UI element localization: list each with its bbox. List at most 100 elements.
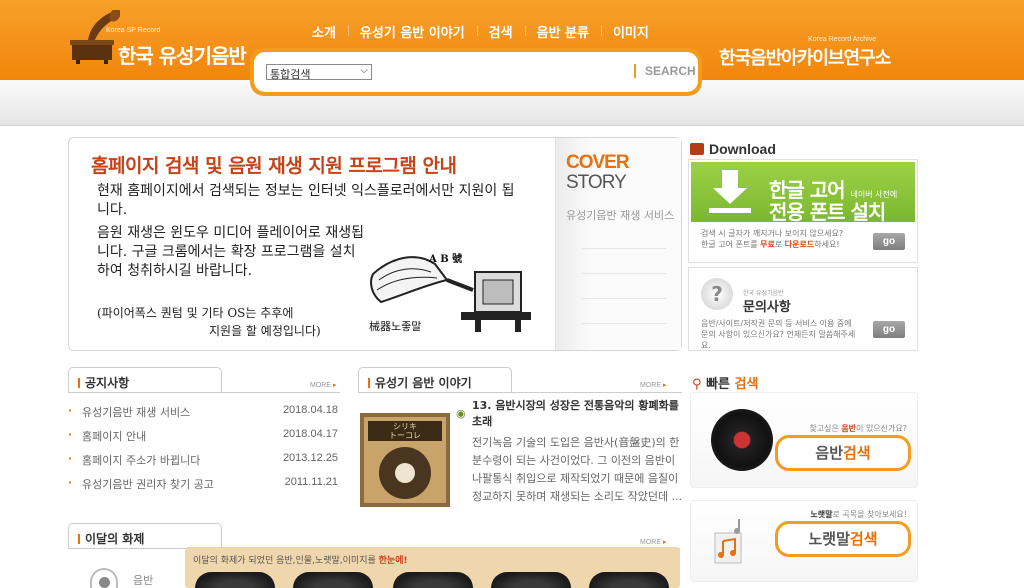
font-download-box: 한글 고어 네이버 사전에 전용 폰트 설치 검색 시 글자가 깨지거나 보이지… [688,159,918,263]
topic-category-label[interactable]: 음반 [133,572,153,588]
search-button[interactable]: SEARCH [634,64,696,78]
banner-note-line-1: (파이어폭스 퀀텀 및 기타 OS는 추후에 [97,306,294,320]
notice-date: 2018.04.17 [282,428,338,440]
hint-text: 로 곡목을 찾아보세요! [832,510,907,519]
topic-thumbnail[interactable] [491,572,571,588]
search-scope-select[interactable]: 통합검색 ⌵ [266,64,372,81]
sleeve-label-1: シリキ [393,422,417,431]
search-scope-value: 통합검색 [270,68,311,81]
quick-search-heading-b: 검색 [734,377,759,392]
banner-main[interactable]: 홈페이지 검색 및 음원 재생 지원 프로그램 안내 현재 홈페이지에서 검색되… [69,138,555,350]
inquiry-title[interactable]: 문의사항 [743,296,791,315]
lyrics-search-button[interactable]: 노랫말검색 [775,521,911,557]
music-note-icon [714,519,742,564]
banner-text-1: 현재 홈페이지에서 검색되는 정보는 인터넷 익스플로러에서만 지원이 됩니다. [97,183,515,218]
nav-search[interactable]: 검색 [476,22,525,41]
list-item[interactable]: 홈페이지 주소가 바뀝니다 2013.12.25 [68,452,340,476]
banner-text-2: 음원 재생은 윈도우 미디어 플레이어로 재생됩니다. 구글 크롬에서는 확장 … [97,225,364,279]
font-install-title-2: 전용 폰트 설치 [769,200,886,224]
list-item[interactable]: 유성기음반 재생 서비스 2018.04.18 [68,404,340,428]
quick-search-heading: ⚲ 빠른 검색 [692,373,758,392]
topic-thumbnail[interactable] [393,572,473,588]
inquiry-go-button[interactable]: go [873,321,905,338]
notice-title: 유성기음반 권리자 찾기 공고 [82,478,214,491]
btn-label: 노랫말 [808,530,850,548]
btn-label: 음반 [815,444,843,462]
cover-story-divider [582,248,666,249]
gramophone-label-bottom: 械器노좋말 [369,319,421,333]
story-more-link[interactable]: MORE [640,381,666,389]
quick-search-heading-a: 빠른 [706,377,730,392]
notice-tab[interactable]: 공지사항 [68,367,222,393]
notice-date: 2011.11.21 [284,476,338,488]
record-search-hint: 찾고싶은 음반이 있으신가요? [809,423,907,434]
logo-subtitle: Korea SP Record [106,27,161,34]
font-install-banner[interactable]: 한글 고어 네이버 사전에 전용 폰트 설치 [691,162,915,224]
btn-label-accent: 검색 [843,444,871,462]
topic-thumbnail[interactable] [293,572,373,588]
record-sleeve-image[interactable]: シリキ トーコレ [360,413,450,507]
story-headline[interactable]: 13. 음반시장의 성장은 전통음악의 황폐화를 초래 [456,398,684,430]
nav-record-category[interactable]: 음반 분류 [524,22,601,41]
topic-caption-text: 이달의 화제가 되었던 음반,인물,노랫말,이미지를 [193,556,379,566]
nav-intro[interactable]: 소개 [300,22,348,41]
cover-story-divider [582,298,666,299]
banner-title: 홈페이지 검색 및 음원 재생 지원 프로그램 안내 [91,155,457,177]
notice-title: 홈페이지 주소가 바뀝니다 [82,454,201,467]
question-icon: ? [701,278,733,310]
font-download-note: 검색 시 글자가 깨지거나 보이지 않으세요? 한글 고어 폰트를 무료로 다운… [701,228,851,250]
font-download-note-2: 한글 고어 폰트를 무료로 다운로드하세요! [701,239,851,250]
topic-tab[interactable]: 이달의 화제 [68,523,222,549]
inquiry-note-1: 음반/사이트/저작권 문의 등 서비스 이용 중에 [701,319,852,328]
main-nav: 소개 유성기 음반 이야기 검색 음반 분류 이미지 [300,22,661,41]
cover-story-divider [582,273,666,274]
vinyl-record-icon [711,409,773,471]
guide-banner: 홈페이지 검색 및 음원 재생 지원 프로그램 안내 현재 홈페이지에서 검색되… [68,137,682,351]
cover-story-item[interactable]: 유성기음반 재생 서비스 [566,207,674,223]
topic-caption-highlight: 한눈에! [378,556,408,566]
gramophone-label-top: A B 號 [428,252,462,265]
record-search-box: 찾고싶은 음반이 있으신가요? 음반검색 [690,392,918,488]
note-download: 다운로드 [784,240,815,249]
topic-more-link[interactable]: MORE [640,538,666,546]
inquiry-note: 음반/사이트/저작권 문의 등 서비스 이용 중에 문의 사항이 있으신가요? … [701,318,861,351]
list-item[interactable]: 유성기음반 권리자 찾기 공고 2011.11.21 [68,476,340,500]
nav-images[interactable]: 이미지 [600,22,661,41]
notice-more-link[interactable]: MORE [310,381,336,389]
hint-keyword: 음반 [841,424,857,433]
topic-thumbnail[interactable] [589,572,669,588]
gramophone-icon [70,10,120,64]
download-arrow-icon [709,170,751,213]
hint-text: 이 있으신가요? [856,424,907,433]
topic-thumbnail[interactable] [195,572,275,588]
inquiry-note-2: 문의 사항이 있으신가요? 언제든지 말씀해주세요. [701,330,856,350]
lyrics-search-box: 노랫말 로 곡목을 찾아보세요! 노랫말검색 [690,500,918,582]
search-box: 통합검색 ⌵ SEARCH [254,52,698,92]
note-text: 하세요! [814,240,840,249]
magnifier-icon: ⚲ [692,377,702,392]
font-download-go-button[interactable]: go [873,233,905,250]
banner-text-3: (파이어폭스 퀀텀 및 기타 OS는 추후에 지원을 할 예정입니다) [97,304,357,340]
search-input[interactable] [384,62,624,82]
nav-record-story[interactable]: 유성기 음반 이야기 [347,22,477,41]
notice-title: 홈페이지 안내 [82,430,147,443]
notice-list: 유성기음반 재생 서비스 2018.04.18 홈페이지 안내 2018.04.17… [68,404,340,500]
notice-divider [68,392,340,393]
download-heading: Download [690,141,776,157]
note-free: 무료 [760,240,775,249]
story-divider [358,392,682,393]
hint-text: 찾고싶은 [809,424,842,433]
list-item[interactable]: 홈페이지 안내 2018.04.17 [68,428,340,452]
site-logo[interactable]: Korea SP Record 한국 유성기음반 [68,10,248,74]
notice-title: 유성기음반 재생 서비스 [82,406,191,419]
notice-date: 2018.04.18 [282,404,338,416]
cover-story-title-1: COVER [566,152,630,173]
archive-title[interactable]: 한국음반아카이브연구소 [719,44,891,70]
topic-caption: 이달의 화제가 되었던 음반,인물,노랫말,이미지를 한눈에! [193,553,408,566]
logo-title: 한국 유성기음반 [118,44,247,68]
font-download-note-1: 검색 시 글자가 깨지거나 보이지 않으세요? [701,229,844,238]
folder-icon [690,143,704,155]
record-search-button[interactable]: 음반검색 [775,435,911,471]
note-text: 로 [774,240,785,249]
story-tab[interactable]: 유성기 음반 이야기 [358,367,512,393]
